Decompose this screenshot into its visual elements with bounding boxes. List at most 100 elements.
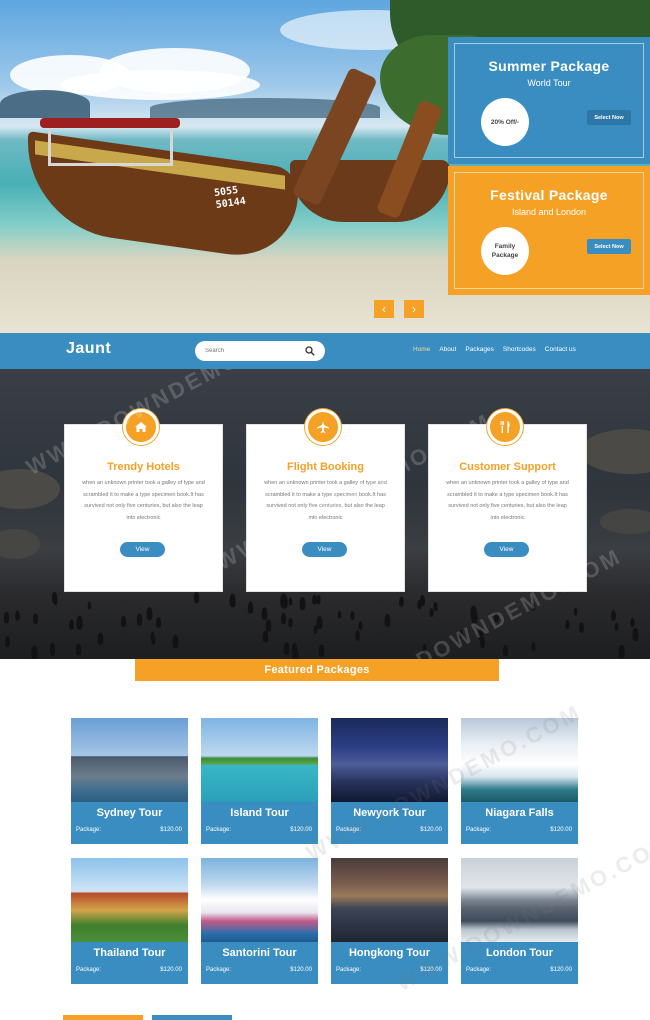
penguin-decoration — [155, 616, 162, 629]
tour-image[interactable] — [461, 858, 578, 942]
penguin-decoration — [573, 607, 578, 616]
penguin-decoration — [531, 642, 536, 651]
penguin-decoration — [50, 646, 55, 657]
nav-item-packages[interactable]: Packages — [465, 346, 494, 353]
view-button[interactable]: View — [120, 542, 165, 557]
package-title: Summer Package — [488, 58, 610, 74]
tour-image[interactable] — [201, 718, 318, 802]
penguin-decoration — [355, 630, 360, 641]
penguin-decoration — [611, 610, 616, 621]
penguin-decoration — [618, 644, 625, 659]
tour-image[interactable] — [331, 718, 448, 802]
tour-price: $120.00 — [550, 967, 572, 973]
chevron-right-icon: › — [412, 302, 416, 316]
package-title: Festival Package — [490, 187, 608, 203]
service-description: when an unknown printer took a galley of… — [82, 480, 205, 521]
tour-card-island[interactable]: Island Tour Package: $120.00 — [201, 718, 318, 844]
penguin-decoration — [471, 609, 478, 624]
penguin-decoration — [265, 619, 272, 632]
penguin-decoration — [458, 629, 463, 640]
tour-name: Newyork Tour — [353, 807, 426, 819]
tour-price: $120.00 — [290, 827, 312, 833]
tour-image[interactable] — [461, 718, 578, 802]
select-now-button[interactable]: Select Now — [587, 239, 631, 254]
nav-item-contact[interactable]: Contact us — [545, 346, 576, 353]
penguin-decoration — [69, 619, 74, 630]
penguin-decoration — [31, 645, 38, 659]
tour-price: $120.00 — [160, 827, 182, 833]
tour-image[interactable] — [71, 858, 188, 942]
footer-accent-orange — [63, 1015, 143, 1020]
tour-image[interactable] — [201, 858, 318, 942]
select-now-button[interactable]: Select Now — [587, 110, 631, 125]
summer-package-card: Summer Package World Tour 20% Off/- Sele… — [448, 37, 650, 164]
package-label: Package: — [336, 967, 362, 973]
penguin-decoration — [630, 617, 635, 628]
prev-slide-button[interactable]: ‹ — [374, 300, 394, 318]
tour-name: Thailand Tour — [93, 947, 166, 959]
penguin-decoration — [151, 636, 156, 645]
package-subtitle: Island and London — [511, 207, 587, 217]
penguin-decoration — [318, 644, 325, 657]
nav-item-about[interactable]: About — [439, 346, 456, 353]
nav-item-shortcodes[interactable]: Shortcodes — [503, 346, 536, 353]
next-slide-button[interactable]: › — [404, 300, 424, 318]
utensils-icon — [487, 409, 523, 445]
tour-card-thailand[interactable]: Thailand Tour Package: $120.00 — [71, 858, 188, 984]
view-button[interactable]: View — [484, 542, 529, 557]
penguin-decoration — [262, 630, 269, 643]
penguin-decoration — [433, 601, 438, 612]
penguin-decoration — [33, 613, 38, 624]
nav-item-home[interactable]: Home — [413, 346, 430, 353]
penguin-decoration — [422, 643, 427, 654]
penguin-decoration — [193, 591, 200, 604]
tour-name: Niagara Falls — [485, 807, 554, 819]
penguin-decoration — [283, 642, 290, 655]
penguin-decoration — [299, 597, 306, 610]
tour-image[interactable] — [71, 718, 188, 802]
penguin-decoration — [229, 593, 236, 608]
penguin-decoration — [288, 597, 293, 606]
penguin-decoration — [15, 610, 20, 621]
tour-card-hongkong[interactable]: Hongkong Tour Package: $120.00 — [331, 858, 448, 984]
service-description: when an unknown printer took a galley of… — [264, 480, 387, 521]
penguin-decoration — [87, 601, 92, 610]
navbar: Jaunt Home About Packages Shortcodes Con… — [0, 333, 650, 369]
package-label: Package: — [76, 827, 102, 833]
tour-name: Sydney Tour — [96, 807, 163, 819]
penguin-decoration — [280, 612, 287, 625]
penguin-decoration — [384, 614, 391, 627]
home-icon — [123, 409, 159, 445]
penguin-decoration — [350, 611, 355, 620]
tour-name: Island Tour — [230, 807, 289, 819]
penguin-decoration — [3, 611, 10, 624]
search-input[interactable] — [205, 344, 300, 358]
view-button[interactable]: View — [302, 542, 347, 557]
tour-card-sydney[interactable]: Sydney Tour Package: $120.00 — [71, 718, 188, 844]
tour-card-london[interactable]: London Tour Package: $120.00 — [461, 858, 578, 984]
search-icon[interactable] — [305, 346, 315, 356]
service-title: Flight Booking — [287, 461, 364, 473]
penguin-decoration — [565, 619, 570, 630]
main-menu: Home About Packages Shortcodes Contact u… — [413, 346, 576, 353]
penguin-decoration — [479, 636, 486, 649]
tour-card-santorini[interactable]: Santorini Tour Package: $120.00 — [201, 858, 318, 984]
package-label: Package: — [206, 967, 232, 973]
tour-card-newyork[interactable]: Newyork Tour Package: $120.00 — [331, 718, 448, 844]
boat-number: 5055 50144 — [213, 184, 247, 211]
tour-name: London Tour — [486, 947, 553, 959]
penguin-decoration — [417, 599, 422, 610]
package-label: Package: — [206, 827, 232, 833]
tour-image[interactable] — [331, 858, 448, 942]
chevron-left-icon: ‹ — [382, 302, 386, 316]
footer-accent-blue — [152, 1015, 232, 1020]
penguin-decoration — [337, 610, 342, 619]
penguin-decoration — [76, 615, 83, 630]
package-label: Package: — [76, 967, 102, 973]
site-logo[interactable]: Jaunt — [66, 340, 111, 358]
service-card-flight: Flight Booking when an unknown printer t… — [247, 409, 404, 591]
penguin-decoration — [247, 601, 254, 614]
penguin-decoration — [579, 622, 584, 633]
tour-card-niagara[interactable]: Niagara Falls Package: $120.00 — [461, 718, 578, 844]
tour-price: $120.00 — [550, 827, 572, 833]
